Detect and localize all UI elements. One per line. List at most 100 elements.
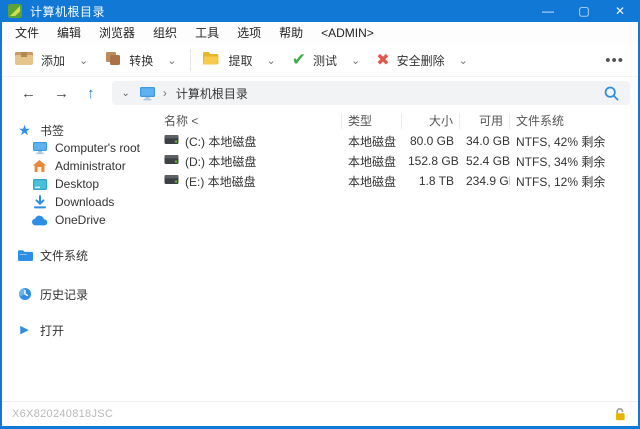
home-icon (31, 159, 48, 173)
sidebar-section-open[interactable]: ▶ 打开 (2, 321, 152, 339)
download-icon (31, 195, 48, 209)
drive-size: 1.8 TB (402, 174, 460, 188)
archive-add-icon (14, 50, 34, 71)
sidebar-section-bookmarks[interactable]: ★ 书签 (2, 121, 152, 139)
content-area: ★ 书签 Computer's root Administrator Desk (2, 109, 638, 401)
drive-type: 本地磁盘 (342, 153, 402, 170)
add-button[interactable]: 添加 (8, 46, 71, 74)
sidebar-item-downloads[interactable]: Downloads (2, 193, 152, 211)
column-header-name[interactable]: 名称 < (158, 113, 342, 129)
minimize-button[interactable]: — (530, 0, 566, 22)
sidebar-item-label: Desktop (55, 177, 99, 191)
sidebar-item-label: 文件系统 (40, 247, 88, 264)
extract-dropdown-chevron-icon[interactable]: ⌄ (258, 54, 285, 67)
hard-drive-icon (164, 134, 179, 148)
back-button[interactable]: ← (12, 85, 45, 102)
menu-item-help[interactable]: 帮助 (270, 22, 312, 44)
close-button[interactable]: ✕ (602, 0, 638, 22)
drive-filesystem: NTFS, 42% 剩余 (510, 133, 634, 150)
toolbar: 添加 ⌄ 转换 ⌄ 提取 ⌄ ✔ 测试 ⌄ ✖ 安全删除 ⌄ ••• (2, 44, 638, 77)
address-bar[interactable]: ⌄ › 计算机根目录 (112, 81, 631, 105)
menubar: 文件 编辑 浏览器 组织 工具 选项 帮助 <ADMIN> (2, 22, 638, 44)
up-button[interactable]: ↑ (78, 85, 104, 102)
drive-name: (E:) 本地磁盘 (185, 173, 256, 190)
bookmarks-label: 书签 (40, 122, 64, 139)
status-text: X6X820240818JSC (12, 408, 113, 420)
file-list: 名称 < 类型 大小 可用 文件系统 (C:) 本地磁盘 本地磁盘 80.0 G… (152, 109, 638, 401)
drive-type: 本地磁盘 (342, 133, 402, 150)
menu-item-browser[interactable]: 浏览器 (90, 22, 144, 44)
drive-name: (D:) 本地磁盘 (185, 153, 256, 170)
address-dropdown-chevron-icon[interactable]: ⌄ (122, 88, 130, 99)
menu-item-edit[interactable]: 编辑 (48, 22, 90, 44)
maximize-button[interactable]: ▢ (566, 0, 602, 22)
add-dropdown-chevron-icon[interactable]: ⌄ (71, 54, 98, 67)
folder-icon (16, 249, 33, 261)
desktop-icon (31, 178, 48, 191)
toolbar-more-button[interactable]: ••• (605, 52, 624, 69)
drive-size: 152.8 GB (402, 154, 460, 168)
drive-free: 34.0 GB (460, 134, 510, 148)
table-row-drive-c[interactable]: (C:) 本地磁盘 本地磁盘 80.0 GB 34.0 GB NTFS, 42%… (158, 131, 634, 151)
add-button-label: 添加 (41, 52, 65, 69)
test-button-label: 测试 (313, 52, 337, 69)
computer-monitor-icon (139, 86, 156, 101)
drive-free: 234.9 GB (460, 174, 510, 188)
sidebar-item-desktop[interactable]: Desktop (2, 175, 152, 193)
table-row-drive-d[interactable]: (D:) 本地磁盘 本地磁盘 152.8 GB 52.4 GB NTFS, 34… (158, 151, 634, 171)
convert-icon (104, 50, 122, 71)
extract-button[interactable]: 提取 (195, 46, 258, 74)
toolbar-separator (190, 49, 191, 71)
sidebar-item-label: 打开 (40, 322, 64, 339)
sidebar-item-label: Administrator (55, 159, 126, 173)
menu-item-options[interactable]: 选项 (228, 22, 270, 44)
convert-dropdown-chevron-icon[interactable]: ⌄ (159, 54, 186, 67)
breadcrumb-separator-icon: › (163, 86, 167, 100)
secure-delete-button-label: 安全删除 (397, 52, 445, 69)
app-logo-icon (8, 4, 22, 18)
extract-button-label: 提取 (228, 52, 252, 69)
sidebar-item-onedrive[interactable]: OneDrive (2, 211, 152, 229)
drive-size: 80.0 GB (402, 134, 460, 148)
test-button[interactable]: ✔ 测试 (286, 46, 343, 74)
column-header-size[interactable]: 大小 (402, 113, 460, 129)
drive-free: 52.4 GB (460, 154, 510, 168)
drive-filesystem: NTFS, 34% 剩余 (510, 153, 634, 170)
secure-delete-dropdown-chevron-icon[interactable]: ⌄ (451, 54, 478, 67)
sidebar-item-label: Downloads (55, 195, 114, 209)
menu-item-organize[interactable]: 组织 (144, 22, 186, 44)
menu-item-tools[interactable]: 工具 (186, 22, 228, 44)
play-icon: ▶ (16, 325, 33, 336)
forward-button[interactable]: → (45, 85, 78, 102)
column-header-filesystem[interactable]: 文件系统 (510, 113, 634, 129)
secure-delete-icon: ✖ (376, 50, 389, 70)
table-row-drive-e[interactable]: (E:) 本地磁盘 本地磁盘 1.8 TB 234.9 GB NTFS, 12%… (158, 171, 634, 191)
sidebar-section-history[interactable]: 历史记录 (2, 285, 152, 303)
convert-button-label: 转换 (129, 52, 153, 69)
breadcrumb[interactable]: 计算机根目录 (176, 85, 248, 102)
menu-item-admin[interactable]: <ADMIN> (312, 22, 383, 44)
unlocked-padlock-icon[interactable] (613, 407, 628, 422)
test-dropdown-chevron-icon[interactable]: ⌄ (343, 54, 370, 67)
search-icon[interactable] (603, 85, 620, 102)
table-header: 名称 < 类型 大小 可用 文件系统 (158, 111, 634, 131)
drive-filesystem: NTFS, 12% 剩余 (510, 173, 634, 190)
column-header-type[interactable]: 类型 (342, 113, 402, 129)
extract-folder-icon (201, 50, 221, 71)
hard-drive-icon (164, 174, 179, 188)
statusbar: X6X820240818JSC (2, 401, 638, 426)
drive-type: 本地磁盘 (342, 173, 402, 190)
sidebar: ★ 书签 Computer's root Administrator Desk (2, 109, 152, 401)
test-check-icon: ✔ (292, 50, 306, 70)
secure-delete-button[interactable]: ✖ 安全删除 (370, 46, 450, 74)
cloud-icon (31, 215, 48, 226)
sidebar-item-computers-root[interactable]: Computer's root (2, 139, 152, 157)
sidebar-item-administrator[interactable]: Administrator (2, 157, 152, 175)
app-window: 计算机根目录 — ▢ ✕ 文件 编辑 浏览器 组织 工具 选项 帮助 <ADMI… (0, 0, 640, 429)
sidebar-section-filesystem[interactable]: 文件系统 (2, 246, 152, 264)
column-header-free[interactable]: 可用 (460, 113, 510, 129)
hard-drive-icon (164, 154, 179, 168)
titlebar: 计算机根目录 — ▢ ✕ (2, 0, 638, 22)
convert-button[interactable]: 转换 (98, 46, 159, 74)
menu-item-file[interactable]: 文件 (6, 22, 48, 44)
